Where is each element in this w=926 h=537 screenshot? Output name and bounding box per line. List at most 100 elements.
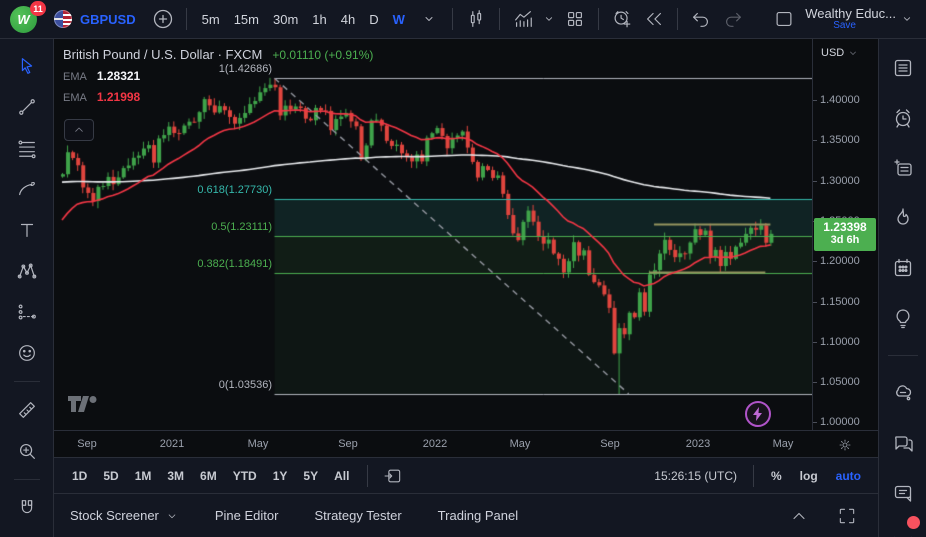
notification-badge: 11 bbox=[30, 1, 46, 16]
price-pane[interactable]: British Pound / U.S. Dollar · FXCM+0.011… bbox=[54, 39, 812, 430]
bar-countdown: 3d 6h bbox=[814, 234, 876, 247]
save-button[interactable]: Save bbox=[833, 21, 856, 32]
range-1y[interactable]: 1Y bbox=[265, 463, 296, 489]
create-alert-button[interactable] bbox=[607, 4, 637, 34]
brush-tool[interactable] bbox=[12, 174, 42, 204]
add-compare-button[interactable] bbox=[148, 4, 178, 34]
price-tick: 1.30000 bbox=[820, 174, 860, 188]
cursor-icon bbox=[16, 55, 38, 77]
price-tick: 1.35000 bbox=[820, 133, 860, 147]
chats-icon bbox=[891, 431, 915, 455]
auto-scale-button[interactable]: auto bbox=[829, 469, 868, 483]
emoji-icon bbox=[16, 342, 38, 364]
time-tick: Sep bbox=[77, 438, 97, 450]
interval-4h[interactable]: 4h bbox=[334, 5, 362, 33]
pattern-tool[interactable] bbox=[12, 256, 42, 286]
layout-account-block[interactable]: Wealthy Educ... Save bbox=[805, 7, 896, 31]
log-scale-button[interactable]: log bbox=[793, 469, 825, 483]
trend-line-tool[interactable] bbox=[12, 92, 42, 122]
redo-button[interactable] bbox=[718, 4, 748, 34]
hotlists-button[interactable] bbox=[888, 203, 918, 233]
utc-clock[interactable]: 15:26:15 (UTC) bbox=[654, 469, 737, 483]
layout-dropdown[interactable] bbox=[896, 4, 918, 34]
goto-date-icon bbox=[383, 466, 403, 486]
tab-pine-editor[interactable]: Pine Editor bbox=[215, 508, 279, 523]
stream-live-dot bbox=[907, 516, 920, 529]
ideas-button[interactable] bbox=[888, 303, 918, 333]
symbol-name[interactable]: GBPUSD bbox=[80, 12, 136, 27]
forecast-tool[interactable] bbox=[12, 297, 42, 327]
range-all[interactable]: All bbox=[326, 463, 357, 489]
watchlist-button[interactable] bbox=[888, 53, 918, 83]
interval-5m[interactable]: 5m bbox=[195, 5, 227, 33]
fib-retracement-tool[interactable] bbox=[12, 133, 42, 163]
magnet-icon bbox=[16, 497, 38, 519]
measure-tool[interactable] bbox=[12, 395, 42, 425]
emoji-tool[interactable] bbox=[12, 338, 42, 368]
tab-stock-screener[interactable]: Stock Screener bbox=[70, 508, 179, 523]
undo-button[interactable] bbox=[686, 4, 716, 34]
goto-date-button[interactable] bbox=[378, 461, 408, 491]
range-3m[interactable]: 3M bbox=[159, 463, 192, 489]
interval-1h[interactable]: 1h bbox=[305, 5, 333, 33]
range-6m[interactable]: 6M bbox=[192, 463, 225, 489]
fullscreen-button[interactable] bbox=[832, 501, 862, 531]
indicators-button[interactable] bbox=[508, 4, 538, 34]
tradingview-logo[interactable] bbox=[67, 394, 101, 419]
last-price-value: 1.23398 bbox=[814, 220, 876, 234]
interval-D[interactable]: D bbox=[362, 5, 385, 33]
xabcd-pattern-icon bbox=[16, 260, 38, 282]
notes-button[interactable] bbox=[888, 153, 918, 183]
expand-panel-button[interactable] bbox=[784, 501, 814, 531]
time-axis[interactable]: Sep2021MaySep2022MaySep2023May bbox=[54, 430, 878, 457]
ema-legend-1[interactable]: EMA1.28321 bbox=[63, 69, 373, 83]
public-chats-button[interactable] bbox=[888, 428, 918, 458]
layout-name[interactable]: Wealthy Educ... bbox=[805, 7, 896, 21]
interval-W[interactable]: W bbox=[386, 5, 412, 33]
quick-action-button[interactable] bbox=[745, 401, 771, 427]
bar-replay-button[interactable] bbox=[639, 4, 669, 34]
layout-templates-button[interactable] bbox=[560, 4, 590, 34]
price-axis[interactable]: USD 1.400001.350001.300001.250001.200001… bbox=[812, 39, 878, 430]
range-1m[interactable]: 1M bbox=[127, 463, 160, 489]
gear-icon bbox=[837, 437, 853, 453]
chart-settings-button[interactable] bbox=[834, 434, 856, 456]
chart-style-button[interactable] bbox=[461, 4, 491, 34]
indicators-dropdown[interactable] bbox=[540, 4, 558, 34]
message-icon bbox=[891, 481, 915, 505]
interval-dropdown[interactable] bbox=[414, 4, 444, 34]
percent-scale-button[interactable]: % bbox=[764, 469, 789, 483]
interval-30m[interactable]: 30m bbox=[266, 5, 305, 33]
alerts-button[interactable] bbox=[888, 103, 918, 133]
price-axis-currency[interactable]: USD bbox=[821, 47, 859, 59]
replay-icon bbox=[643, 8, 665, 30]
symbol-title[interactable]: British Pound / U.S. Dollar · FXCM bbox=[63, 47, 262, 62]
time-tick: 2021 bbox=[160, 438, 184, 450]
live-ideas-button[interactable] bbox=[888, 528, 918, 537]
range-5d[interactable]: 5D bbox=[95, 463, 126, 489]
calendar-button[interactable] bbox=[888, 253, 918, 283]
text-tool[interactable] bbox=[12, 215, 42, 245]
cursor-tool[interactable] bbox=[12, 51, 42, 81]
select-layout-button[interactable] bbox=[769, 4, 799, 34]
price-tick-mark bbox=[813, 302, 817, 303]
interval-15m[interactable]: 15m bbox=[227, 5, 266, 33]
price-tick-mark bbox=[813, 181, 817, 182]
magnet-mode[interactable] bbox=[12, 493, 42, 523]
tab-strategy-tester[interactable]: Strategy Tester bbox=[314, 508, 401, 523]
zoom-in-tool[interactable] bbox=[12, 436, 42, 466]
app-logo[interactable]: W 11 bbox=[10, 4, 44, 34]
range-5y[interactable]: 5Y bbox=[295, 463, 326, 489]
alarm-clock-icon bbox=[891, 106, 915, 130]
minds-button[interactable] bbox=[888, 378, 918, 408]
range-1d[interactable]: 1D bbox=[64, 463, 95, 489]
flame-icon bbox=[891, 206, 915, 230]
tab-trading-panel[interactable]: Trading Panel bbox=[438, 508, 518, 523]
watchlist-icon bbox=[891, 56, 915, 80]
lightbulb-icon bbox=[891, 306, 915, 330]
collapse-legend-button[interactable] bbox=[64, 119, 94, 141]
fullscreen-icon bbox=[837, 506, 857, 526]
range-ytd[interactable]: YTD bbox=[225, 463, 265, 489]
private-chat-button[interactable] bbox=[888, 478, 918, 508]
ema-legend-2[interactable]: EMA1.21998 bbox=[63, 90, 373, 104]
